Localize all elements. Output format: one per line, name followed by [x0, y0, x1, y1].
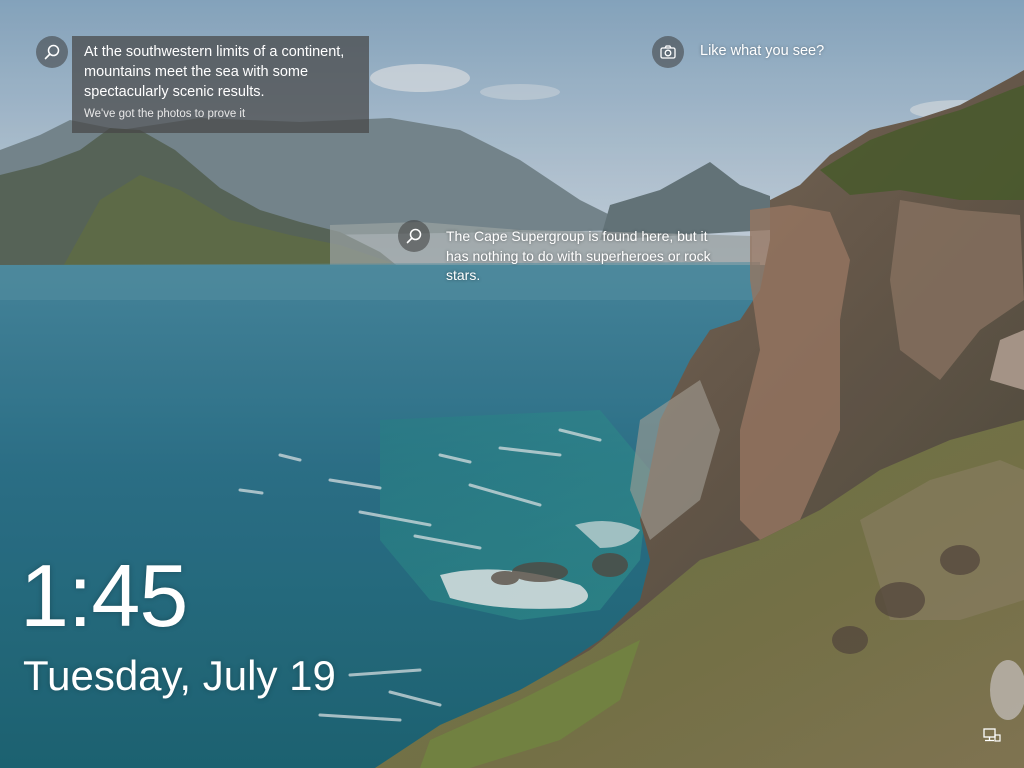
clock-time: 1:45	[20, 546, 188, 645]
clock-date: Tuesday, July 19	[23, 652, 336, 699]
like-what-you-see-button[interactable]	[652, 36, 684, 68]
lock-screen[interactable]: At the southwestern limits of a continen…	[0, 0, 1024, 768]
network-icon[interactable]	[983, 728, 1001, 744]
like-what-you-see-label[interactable]: Like what you see?	[700, 43, 824, 59]
camera-icon	[660, 45, 676, 59]
cape-hotspot-button[interactable]	[398, 220, 430, 252]
fact-subtext-link[interactable]: We've got the photos to prove it	[84, 108, 359, 120]
cape-hotspot-text: The Cape Supergroup is found here, but i…	[446, 228, 711, 283]
fact-headline: At the southwestern limits of a continen…	[84, 44, 345, 100]
fact-hotspot-button[interactable]	[36, 36, 68, 68]
search-icon	[406, 228, 422, 244]
fact-card[interactable]: At the southwestern limits of a continen…	[72, 36, 369, 133]
search-icon	[44, 44, 60, 60]
